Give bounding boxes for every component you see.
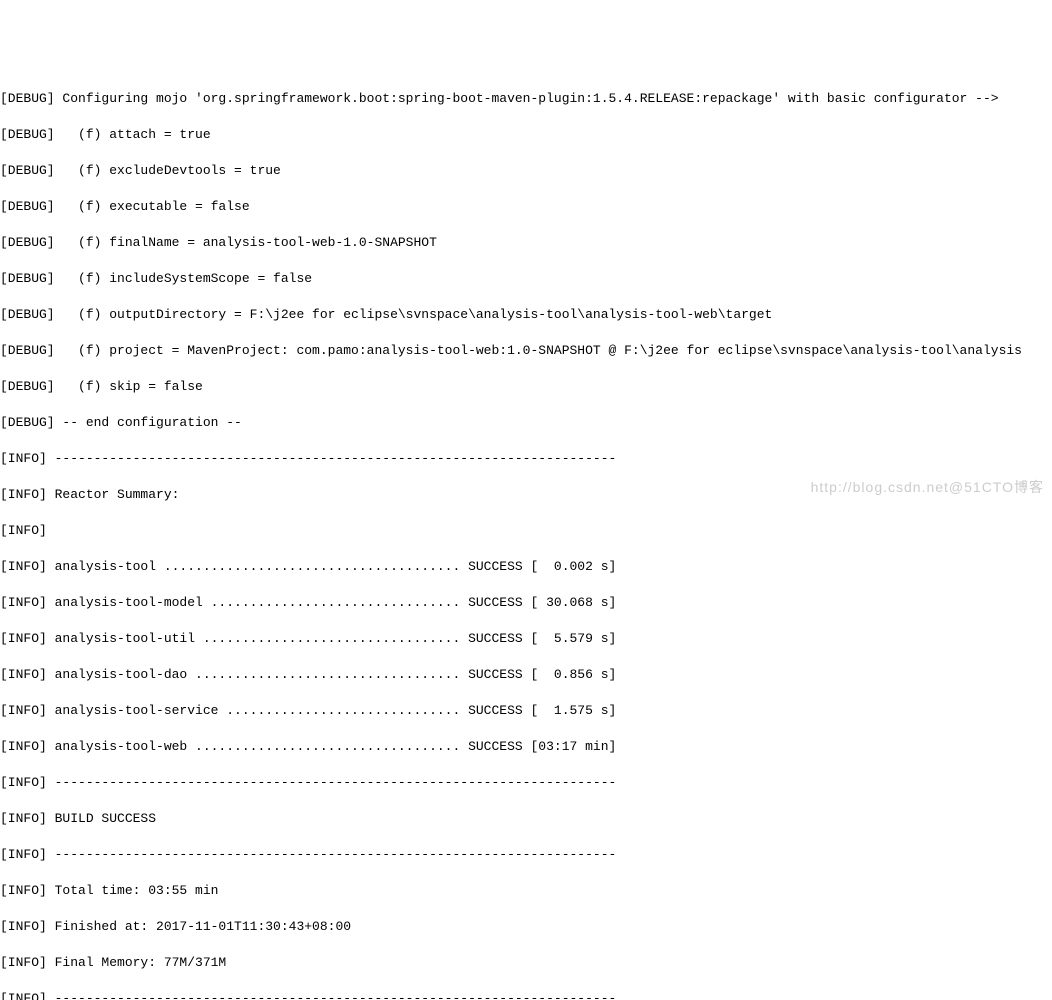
log-line: [DEBUG] (f) outputDirectory = F:\j2ee fo… [0,306,1052,324]
log-line: [INFO] Total time: 03:55 min [0,882,1052,900]
watermark-text: http://blog.csdn.net@51CTO博客 [811,478,1044,496]
log-line: [DEBUG] (f) includeSystemScope = false [0,270,1052,288]
log-line: [INFO] analysis-tool-dao ...............… [0,666,1052,684]
log-line: [DEBUG] (f) executable = false [0,198,1052,216]
log-line: [INFO] ---------------------------------… [0,450,1052,468]
log-line: [DEBUG] (f) skip = false [0,378,1052,396]
log-line: [INFO] analysis-tool-util ..............… [0,630,1052,648]
log-line: [INFO] BUILD SUCCESS [0,810,1052,828]
log-line: [DEBUG] Configuring mojo 'org.springfram… [0,90,1052,108]
log-line: [INFO] analysis-tool-web ...............… [0,738,1052,756]
log-line: [DEBUG] -- end configuration -- [0,414,1052,432]
console-output: [DEBUG] Configuring mojo 'org.springfram… [0,72,1052,1000]
log-line: [DEBUG] (f) attach = true [0,126,1052,144]
log-line: [INFO] analysis-tool-service ...........… [0,702,1052,720]
log-line: [DEBUG] (f) excludeDevtools = true [0,162,1052,180]
log-line: [DEBUG] (f) project = MavenProject: com.… [0,342,1052,360]
log-line: [INFO] ---------------------------------… [0,774,1052,792]
log-line: [INFO] analysis-tool ...................… [0,558,1052,576]
log-line: [INFO] analysis-tool-model .............… [0,594,1052,612]
log-line: [INFO] ---------------------------------… [0,846,1052,864]
log-line: [INFO] Finished at: 2017-11-01T11:30:43+… [0,918,1052,936]
log-line: [INFO] Final Memory: 77M/371M [0,954,1052,972]
log-line: [INFO] ---------------------------------… [0,990,1052,1000]
log-line: [INFO] [0,522,1052,540]
log-line: [DEBUG] (f) finalName = analysis-tool-we… [0,234,1052,252]
